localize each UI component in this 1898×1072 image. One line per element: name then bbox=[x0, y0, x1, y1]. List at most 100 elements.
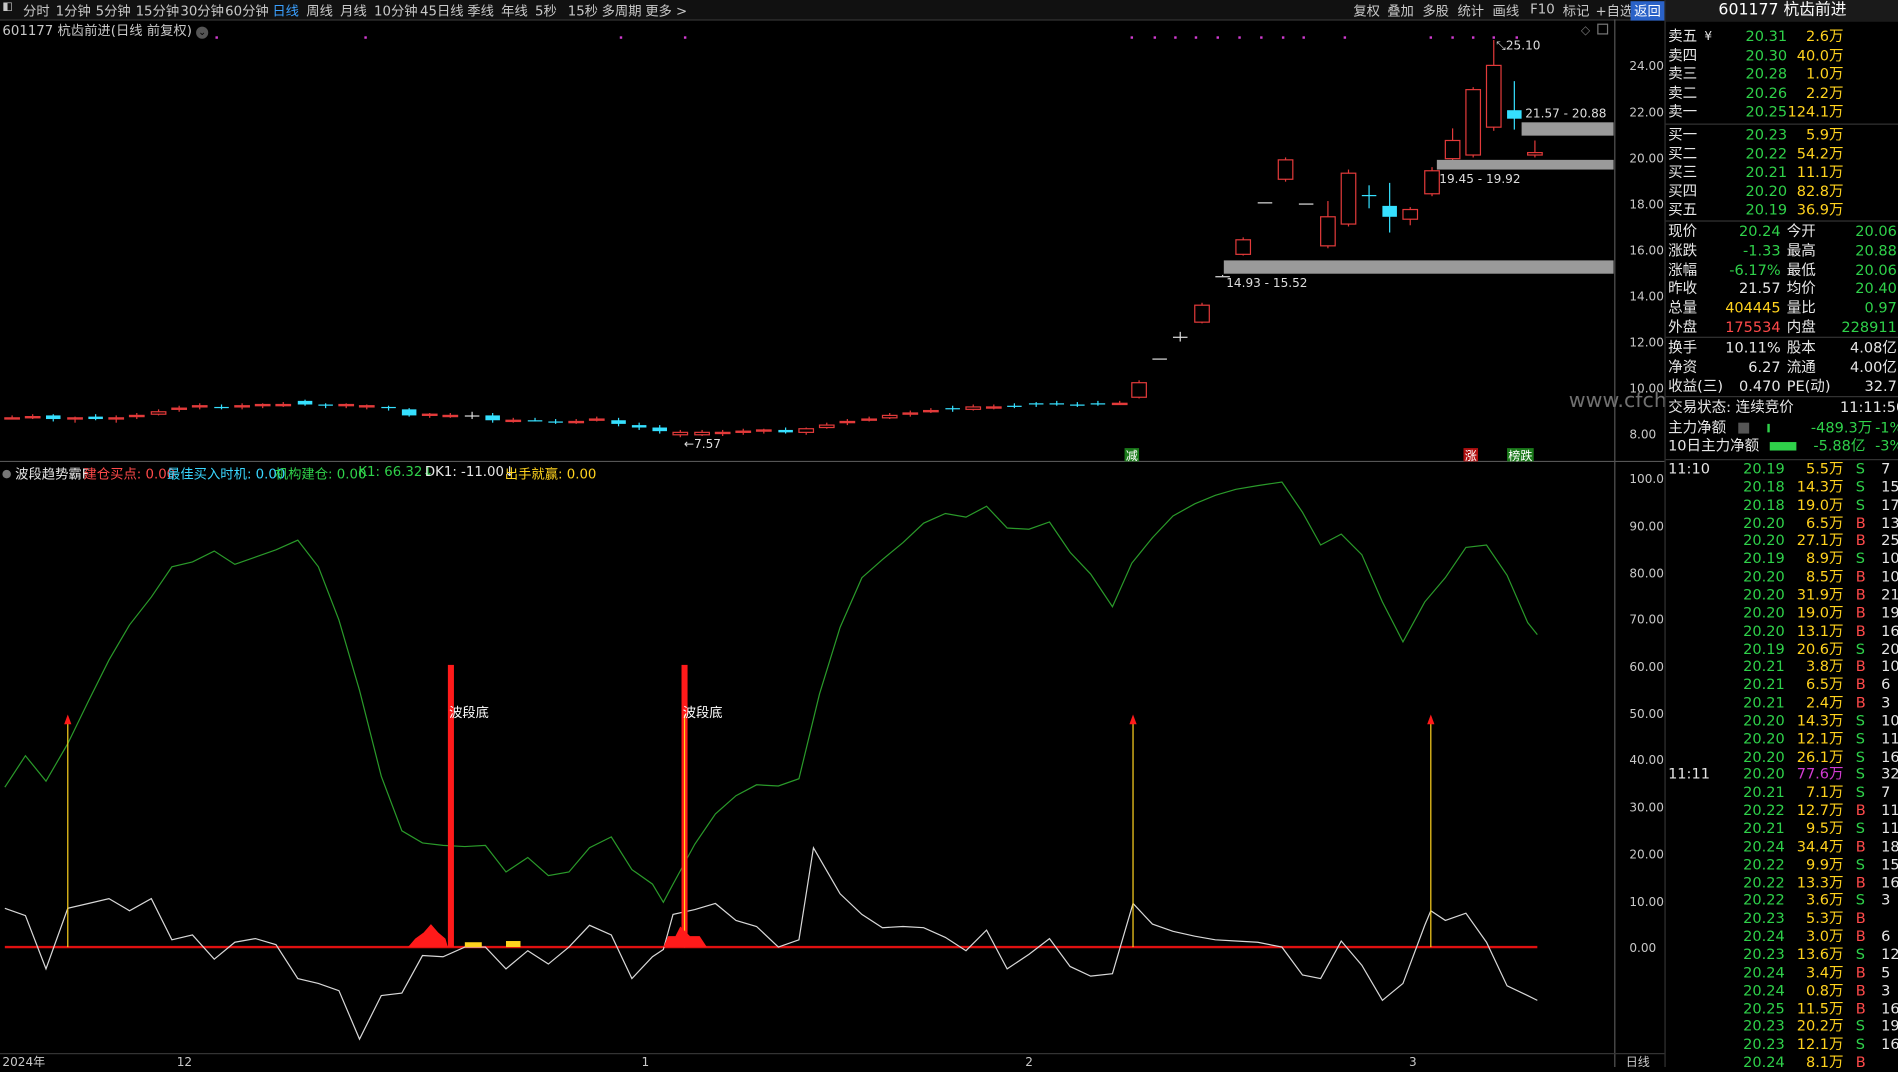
signal-dot bbox=[1260, 36, 1263, 39]
bid-price[interactable]: 20.23 bbox=[1746, 126, 1788, 144]
bid-price[interactable]: 20.19 bbox=[1746, 202, 1788, 220]
tick-row[interactable]: 20.22 3.6万 S 3 bbox=[1668, 892, 1897, 910]
tick-count: 13 bbox=[1881, 514, 1898, 532]
tick-volume: 13.6万 bbox=[1796, 945, 1844, 963]
info-icon[interactable] bbox=[1738, 422, 1750, 434]
tick-volume: 77.6万 bbox=[1796, 765, 1844, 783]
tick-row[interactable]: 20.20 77.6万 S 32 bbox=[1668, 765, 1898, 784]
ask-volume: 40.0万 bbox=[1796, 46, 1844, 64]
tick-volume: 12.1万 bbox=[1796, 729, 1844, 747]
tick-volume: 19.0万 bbox=[1796, 604, 1844, 622]
stat-label: 涨幅 bbox=[1668, 261, 1698, 279]
tick-row[interactable]: 20.24 34.4万 B 18 bbox=[1668, 838, 1898, 856]
tick-price: 20.20 bbox=[1743, 711, 1785, 729]
tick-row[interactable]: 20.22 13.3万 B 16 bbox=[1668, 874, 1898, 892]
indicator-field-institution: 机构建仓: 0.00 bbox=[274, 466, 367, 483]
price-tick-label: 18.00 bbox=[1629, 197, 1664, 211]
date-label-3: 3 bbox=[1409, 1055, 1417, 1067]
tick-row[interactable]: 20.22 9.9万 S 15 bbox=[1668, 856, 1898, 874]
candle-body bbox=[1028, 403, 1044, 405]
tick-row[interactable]: 20.20 31.9万 B 21 bbox=[1668, 586, 1898, 604]
candle-body bbox=[548, 421, 563, 423]
tick-volume: 5.3万 bbox=[1805, 909, 1844, 927]
tick-count: 10 bbox=[1881, 550, 1898, 568]
tick-row[interactable]: 20.20 27.1万 B 25 bbox=[1668, 532, 1898, 550]
tick-volume: 8.9万 bbox=[1805, 550, 1844, 568]
ask-price[interactable]: 20.26 bbox=[1746, 85, 1788, 103]
tick-row[interactable]: 20.20 12.1万 S 11 bbox=[1668, 729, 1898, 748]
tick-row[interactable]: 20.21 3.8万 B 10 bbox=[1668, 658, 1898, 676]
ask-price[interactable]: 20.25 bbox=[1746, 103, 1788, 121]
tick-volume: 7.1万 bbox=[1805, 783, 1844, 801]
tick-row[interactable]: 20.20 26.1万 S 16 bbox=[1668, 748, 1898, 766]
price-tick-label: 12.00 bbox=[1629, 335, 1664, 349]
stat-value: 0.97 bbox=[1864, 299, 1897, 317]
candlesticks[interactable] bbox=[4, 39, 1543, 438]
tick-row[interactable]: 20.23 13.6万 S 12 bbox=[1668, 945, 1898, 964]
tick-price: 20.20 bbox=[1743, 586, 1785, 604]
fundamental-value: 32.7 bbox=[1864, 377, 1897, 395]
indicator-settings-icon[interactable] bbox=[2, 469, 11, 479]
price-tick-label: 14.00 bbox=[1629, 289, 1664, 303]
ask-volume: 124.1万 bbox=[1787, 103, 1844, 121]
tick-row[interactable]: 20.21 7.1万 S 7 bbox=[1668, 784, 1897, 802]
tick-price: 20.22 bbox=[1743, 891, 1785, 909]
ask-price[interactable]: 20.31 bbox=[1746, 28, 1788, 46]
tick-row[interactable]: 20.19 20.6万 S 20 bbox=[1668, 640, 1898, 658]
tick-row[interactable]: 20.22 12.7万 B 11 bbox=[1668, 801, 1898, 820]
tick-row[interactable]: 20.18 19.0万 S 17 bbox=[1668, 496, 1898, 514]
tick-side: S bbox=[1855, 1035, 1865, 1053]
tick-row[interactable]: 20.21 9.5万 S 11 bbox=[1668, 819, 1898, 838]
diamond-icon[interactable]: ◇ bbox=[1581, 23, 1591, 37]
tick-row[interactable]: 20.19 8.9万 S 10 bbox=[1668, 550, 1898, 568]
bid-label: 买五 bbox=[1668, 201, 1698, 219]
tick-count: 11 bbox=[1881, 801, 1898, 819]
tick-row[interactable]: 20.24 8.1万 B bbox=[1668, 1054, 1897, 1072]
tick-row[interactable]: 20.23 20.2万 S 19 bbox=[1668, 1018, 1898, 1036]
tick-side: S bbox=[1855, 891, 1865, 909]
tick-side: B bbox=[1855, 586, 1866, 604]
tick-row[interactable]: 20.24 0.8万 B 3 bbox=[1668, 982, 1897, 1000]
fundamental-row: 换手 10.11% 股本 4.08亿 bbox=[1668, 339, 1897, 357]
tick-volume: 27.1万 bbox=[1796, 532, 1844, 550]
tick-count: 20 bbox=[1881, 640, 1898, 658]
window-icon[interactable] bbox=[1597, 23, 1609, 35]
tick-row[interactable]: 20.24 3.0万 B 6 bbox=[1668, 928, 1897, 946]
bid-row: 买四 20.20 82.8万 bbox=[1668, 183, 1897, 201]
bid-price[interactable]: 20.20 bbox=[1746, 183, 1788, 201]
tick-row[interactable]: 20.21 6.5万 B 6 bbox=[1668, 676, 1897, 694]
tick-row[interactable]: 20.21 2.4万 B 3 bbox=[1668, 694, 1897, 712]
tick-row[interactable]: 20.19 5.5万 S 7 bbox=[1668, 460, 1897, 478]
stat-label: 总量 bbox=[1668, 299, 1698, 317]
candle-body bbox=[108, 417, 125, 420]
fundamental-label: PE(动) bbox=[1786, 377, 1831, 395]
bid-price[interactable]: 20.21 bbox=[1746, 164, 1788, 182]
indicator-tick-label: 60.00 bbox=[1629, 660, 1664, 674]
bid-price[interactable]: 20.22 bbox=[1746, 145, 1788, 163]
indicator-name[interactable]: 波段趋势霸F bbox=[2, 464, 89, 483]
ask-price[interactable]: 20.28 bbox=[1746, 66, 1788, 84]
ask-label: 卖四 bbox=[1668, 46, 1698, 64]
tick-count: 25 bbox=[1881, 532, 1898, 550]
price-and-indicator-chart[interactable]: ◇ 24.0022.0020.0018.0016.0014.0012.0010.… bbox=[0, 0, 1665, 1067]
tick-row[interactable]: 20.20 13.1万 B 16 bbox=[1668, 622, 1898, 640]
tick-row[interactable]: 20.24 3.4万 B 5 bbox=[1668, 964, 1897, 982]
tick-row[interactable]: 20.20 14.3万 S 10 bbox=[1668, 711, 1898, 730]
candle-body bbox=[1361, 194, 1377, 197]
candle-body bbox=[1172, 336, 1188, 338]
tick-side: B bbox=[1855, 981, 1866, 999]
tick-row[interactable]: 20.18 14.3万 S 15 bbox=[1668, 478, 1898, 496]
tick-row[interactable]: 20.23 12.1万 S 16 bbox=[1668, 1035, 1898, 1054]
tick-row[interactable]: 20.20 19.0万 B 19 bbox=[1668, 604, 1898, 622]
tick-volume: 9.5万 bbox=[1805, 819, 1844, 837]
tick-row[interactable]: 20.20 8.5万 B 10 bbox=[1668, 568, 1898, 586]
tick-row[interactable]: 20.25 11.5万 B 16 bbox=[1668, 1000, 1898, 1018]
quote-panel: 601177 杭齿前进 卖五 ¥20.31 2.6万 卖四 20.30 40.0万 卖三 20… bbox=[1664, 0, 1898, 1071]
stat-value: 20.40 bbox=[1855, 280, 1897, 298]
ten-day-flow-value: -5.88亿 bbox=[1813, 437, 1866, 455]
indicator-tick-label: 90.00 bbox=[1629, 519, 1664, 533]
tick-row[interactable]: 20.23 5.3万 B bbox=[1668, 910, 1897, 928]
tick-row[interactable]: 20.20 6.5万 B 13 bbox=[1668, 514, 1898, 532]
ask-price[interactable]: 20.30 bbox=[1746, 47, 1788, 65]
tick-count: 6 bbox=[1881, 927, 1891, 945]
